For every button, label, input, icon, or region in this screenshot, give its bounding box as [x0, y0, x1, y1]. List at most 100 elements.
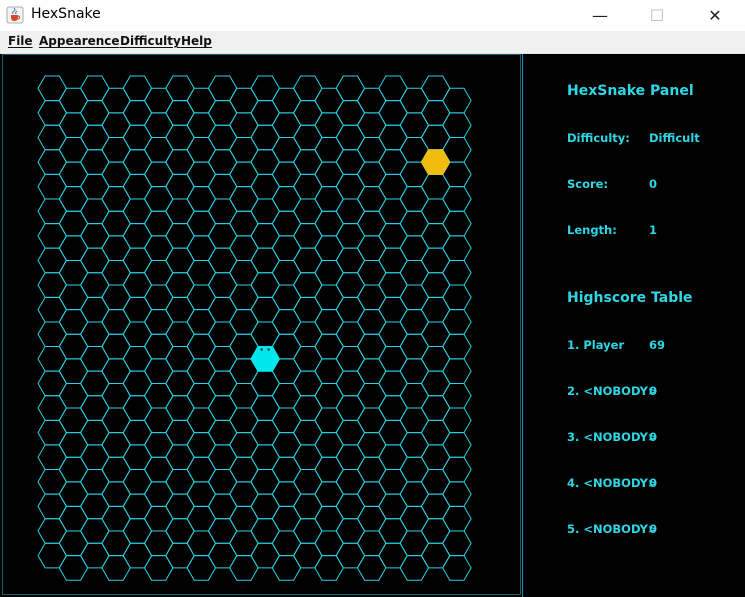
hex-cell [356, 136, 387, 163]
hex-cell [165, 272, 195, 298]
hex-cell [143, 235, 174, 261]
hex-cell [122, 100, 153, 126]
hex-cell [143, 358, 174, 384]
hex-cell [250, 518, 280, 544]
hex-cell [442, 555, 472, 581]
hex-cell [143, 259, 174, 286]
hex-cell [314, 87, 344, 114]
hex-cell [442, 505, 472, 532]
hex-cell [165, 542, 195, 569]
minimize-button[interactable]: — [570, 0, 630, 31]
hex-cell [378, 124, 408, 151]
hex-cell [165, 247, 195, 274]
hex-cell [143, 333, 174, 360]
hex-cell [101, 210, 131, 237]
hex-cell [80, 419, 110, 446]
hex-cell [314, 210, 344, 237]
hex-cell [229, 112, 259, 138]
snake-head-hex [250, 346, 280, 372]
game-board-area[interactable] [2, 54, 521, 595]
hex-cell [271, 382, 302, 409]
hex-cell [378, 272, 408, 298]
hex-cell [293, 296, 323, 323]
hex-cell [293, 100, 323, 126]
hex-cell [186, 284, 217, 311]
menu-difficulty[interactable]: Difficulty [120, 34, 181, 48]
hex-cell [207, 75, 238, 102]
hex-cell [420, 469, 451, 495]
hex-cell [207, 124, 238, 151]
hex-cell [80, 75, 110, 102]
highscore-name: 4. <NOBODY> [567, 476, 658, 490]
hex-cell [207, 469, 238, 495]
hex-board[interactable] [3, 55, 520, 594]
hex-cell [250, 173, 280, 200]
hex-cell [420, 124, 451, 151]
hex-cell [186, 333, 217, 360]
highscore-name: 1. Player [567, 338, 625, 352]
hex-cell [58, 555, 89, 581]
menu-help[interactable]: Help [181, 34, 212, 48]
hex-cell [229, 555, 259, 581]
hex-cell [442, 186, 472, 212]
hex-cell [442, 309, 472, 335]
hex-cell [80, 346, 110, 372]
hex-cell [314, 505, 344, 532]
menu-file[interactable]: File [8, 34, 33, 48]
hex-cell [80, 395, 110, 421]
hex-cell [37, 518, 67, 544]
snake-eye [267, 348, 271, 351]
close-button[interactable]: ✕ [685, 0, 745, 31]
hex-cell [271, 309, 302, 335]
hex-cell [271, 481, 302, 507]
hex-cell [314, 481, 344, 507]
hex-cell [356, 505, 387, 532]
maximize-button[interactable]: ☐ [627, 0, 687, 31]
hex-cell [378, 542, 408, 569]
hex-cell [250, 124, 280, 151]
hex-cell [165, 444, 195, 471]
hex-cell [399, 382, 430, 409]
hex-cell [314, 309, 344, 335]
hex-cell [58, 432, 89, 458]
hex-cell [335, 149, 366, 175]
hex-cell [420, 346, 451, 372]
hex-cell [186, 481, 217, 507]
hex-cell [122, 173, 153, 200]
hex-cell [207, 321, 238, 348]
hex-cell [356, 161, 387, 188]
hex-cell [207, 223, 238, 249]
hex-cell [58, 505, 89, 532]
hex-cell [378, 346, 408, 372]
hex-cell [378, 247, 408, 274]
hex-cell [122, 223, 153, 249]
hex-cell [58, 136, 89, 163]
hex-cell [420, 173, 451, 200]
hex-cell [80, 518, 110, 544]
hex-cell [207, 149, 238, 175]
hex-cell [165, 100, 195, 126]
hex-cell [80, 296, 110, 323]
hex-cell [186, 210, 217, 237]
menu-bar: File Appearence Difficulty Help [0, 31, 745, 54]
hex-cell [250, 469, 280, 495]
hex-cell [122, 395, 153, 421]
hex-cell [442, 87, 472, 114]
length-value: 1 [649, 223, 658, 237]
hex-cell [229, 530, 259, 557]
hex-cell [250, 419, 280, 446]
hex-cell [420, 247, 451, 274]
hex-cell [143, 309, 174, 335]
menu-appearance[interactable]: Appearence [39, 34, 120, 48]
hex-cell [378, 296, 408, 323]
hex-cell [378, 321, 408, 348]
hex-cell [122, 542, 153, 569]
hex-cell [399, 456, 430, 483]
hex-cell [314, 112, 344, 138]
difficulty-label: Difficulty: [567, 131, 630, 145]
hex-cell [442, 210, 472, 237]
highscore-title: Highscore Table [567, 290, 693, 306]
hex-cell [293, 395, 323, 421]
hex-cell [399, 481, 430, 507]
hex-cell [122, 272, 153, 298]
